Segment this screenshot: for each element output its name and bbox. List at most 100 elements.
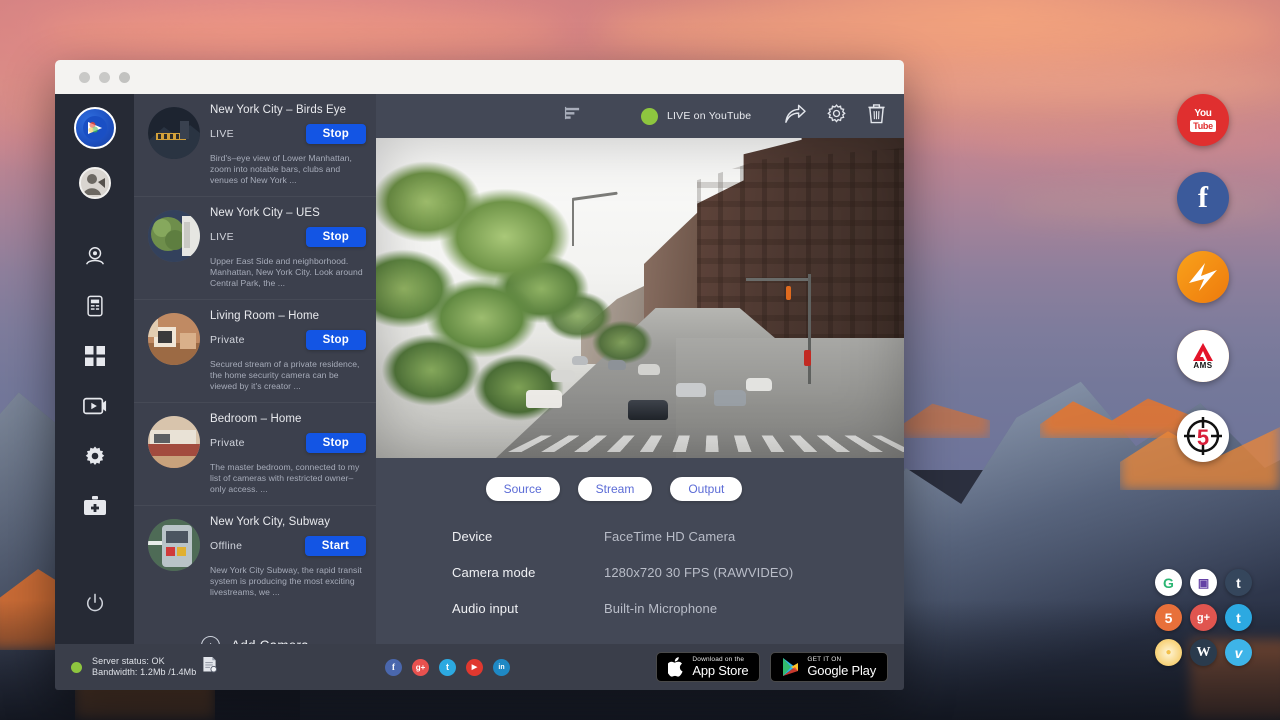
adobe-ams-label: AMS	[1193, 361, 1212, 370]
live-status-label: LIVE on YouTube	[667, 110, 751, 122]
wordpress-icon: W	[1197, 645, 1211, 661]
sidebar-item-avatar[interactable]	[79, 167, 111, 199]
camera-action-button[interactable]: Start	[305, 536, 366, 556]
window-minimize-button[interactable]	[99, 72, 110, 83]
camera-status: LIVE	[210, 128, 234, 140]
desktop-icon-youtube[interactable]: You Tube	[1177, 94, 1229, 146]
desktop-icon-twitch[interactable]: ▣	[1190, 569, 1217, 596]
camera-title: Living Room – Home	[210, 310, 366, 322]
camera-thumbnail	[148, 416, 200, 468]
camera-action-button[interactable]: Stop	[306, 124, 366, 144]
social-twitter-icon[interactable]: t	[439, 659, 456, 676]
info-value[interactable]: FaceTime HD Camera	[604, 529, 735, 544]
table-row[interactable]: New York City – Birds Eye LIVE Stop Bird…	[134, 94, 376, 197]
server-status-block: Server status: OK Bandwidth: 1.2Mb /1.4M…	[92, 656, 196, 679]
footer-social-links: f g+ t ▶ in	[385, 659, 510, 676]
window-maximize-button[interactable]	[119, 72, 130, 83]
info-row-camera-mode: Camera mode 1280x720 30 FPS (RAWVIDEO)	[452, 565, 904, 580]
camera-status-row: LIVE Stop	[210, 227, 366, 247]
info-label: Camera mode	[452, 565, 604, 580]
social-linkedin-icon[interactable]: in	[493, 659, 510, 676]
desktop-icon-tumblr[interactable]: t	[1225, 569, 1252, 596]
camera-description: Upper East Side and neighborhood. Manhat…	[210, 256, 366, 289]
desktop-icon-vimeo[interactable]: v	[1225, 639, 1252, 666]
social-facebook-icon[interactable]: f	[385, 659, 402, 676]
source-info-table: Device FaceTime HD Camera Camera mode 12…	[376, 501, 904, 644]
add-camera-button[interactable]: + Add Camera	[134, 608, 376, 644]
gear-icon[interactable]	[826, 103, 847, 129]
google-play-text: GET IT ON Google Play	[807, 656, 876, 678]
camera-action-button[interactable]: Stop	[306, 433, 366, 453]
live-status-dot	[641, 108, 658, 125]
sidebar-item-power[interactable]	[55, 578, 134, 628]
five-icon: 5	[1165, 610, 1173, 626]
desktop-icon-five[interactable]: 5	[1177, 410, 1229, 462]
social-youtube-icon[interactable]: ▶	[466, 659, 483, 676]
window-close-button[interactable]	[79, 72, 90, 83]
tab-output[interactable]: Output	[670, 477, 742, 501]
camera-action-button[interactable]: Stop	[306, 330, 366, 350]
ues-thumbnail-icon	[148, 210, 200, 262]
crosshair-five-icon: 5	[1181, 414, 1225, 458]
desktop-icon-adobe-ams[interactable]: AMS	[1177, 330, 1229, 382]
google-play-bottom-text: Google Play	[807, 664, 876, 678]
google-play-button[interactable]: GET IT ON Google Play	[770, 652, 888, 682]
gear-icon	[84, 445, 106, 467]
desktop-icon-five-small[interactable]: 5	[1155, 604, 1182, 631]
cloud-streak	[980, 130, 1280, 156]
desktop-small-icon-grid: G ▣ t 5 g+ t ● W v	[1152, 566, 1256, 670]
main-content: LIVE on YouTube	[376, 94, 904, 644]
camera-status-row: Offline Start	[210, 536, 366, 556]
table-row[interactable]: Living Room – Home Private Stop Secured …	[134, 300, 376, 403]
app-store-button[interactable]: Download on the App Store	[656, 652, 760, 682]
camera-description: Bird's–eye view of Lower Manhattan, zoom…	[210, 153, 366, 186]
grid-apps-icon	[84, 345, 106, 367]
camera-info: New York City – UES LIVE Stop Upper East…	[210, 207, 366, 289]
camera-add-icon	[83, 495, 107, 517]
play-triangle-icon	[782, 657, 800, 677]
camera-title: New York City, Subway	[210, 516, 366, 528]
sort-filter-icon[interactable]	[564, 105, 581, 127]
sidebar-rail	[55, 94, 134, 644]
desktop-icon-twitter[interactable]: t	[1225, 604, 1252, 631]
camera-action-button[interactable]: Stop	[306, 227, 366, 247]
sidebar-item-webcam[interactable]	[55, 231, 134, 281]
settings-tabs: Source Stream Output	[376, 458, 904, 501]
sidebar-item-player[interactable]	[55, 381, 134, 431]
play-logo-icon	[82, 115, 108, 141]
share-arrow-icon[interactable]	[784, 104, 806, 129]
sidebar-item-logo[interactable]	[74, 107, 116, 149]
info-value[interactable]: Built-in Microphone	[604, 601, 717, 616]
cloud-streak	[1000, 190, 1280, 220]
log-document-icon[interactable]	[202, 656, 217, 678]
table-row[interactable]: New York City – UES LIVE Stop Upper East…	[134, 197, 376, 300]
desktop-icon-wowza[interactable]	[1177, 251, 1229, 303]
tab-source[interactable]: Source	[486, 477, 560, 501]
sidebar-item-apps[interactable]	[55, 331, 134, 381]
sidebar-item-settings[interactable]	[55, 431, 134, 481]
camera-list[interactable]: New York City – Birds Eye LIVE Stop Bird…	[134, 94, 376, 644]
table-row[interactable]: Bedroom – Home Private Stop The master b…	[134, 403, 376, 506]
desktop-icon-sunrise[interactable]: ●	[1155, 639, 1182, 666]
camera-status-row: Private Stop	[210, 330, 366, 350]
desktop-icon-google-plus[interactable]: g+	[1190, 604, 1217, 631]
app-body: New York City – Birds Eye LIVE Stop Bird…	[55, 94, 904, 644]
desktop-icon-grasshopper[interactable]: G	[1155, 569, 1182, 596]
info-value[interactable]: 1280x720 30 FPS (RAWVIDEO)	[604, 565, 793, 580]
desktop-icon-wordpress[interactable]: W	[1190, 639, 1217, 666]
table-row[interactable]: New York City, Subway Offline Start New …	[134, 506, 376, 608]
desktop-icon-facebook[interactable]: f	[1177, 172, 1229, 224]
tab-stream[interactable]: Stream	[578, 477, 653, 501]
youtube-icon-top: You	[1194, 109, 1211, 119]
video-preview[interactable]	[376, 138, 904, 458]
birds-eye-thumbnail-icon	[148, 107, 200, 159]
living-room-thumbnail-icon	[148, 313, 200, 365]
sidebar-item-device[interactable]	[55, 281, 134, 331]
adobe-icon	[1192, 342, 1214, 362]
social-google-plus-icon[interactable]: g+	[412, 659, 429, 676]
camera-thumbnail	[148, 519, 200, 571]
camera-description: The master bedroom, connected to my list…	[210, 462, 366, 495]
sidebar-item-add-camera[interactable]	[55, 481, 134, 531]
app-footer: Server status: OK Bandwidth: 1.2Mb /1.4M…	[55, 644, 904, 690]
trash-icon[interactable]	[867, 103, 886, 129]
